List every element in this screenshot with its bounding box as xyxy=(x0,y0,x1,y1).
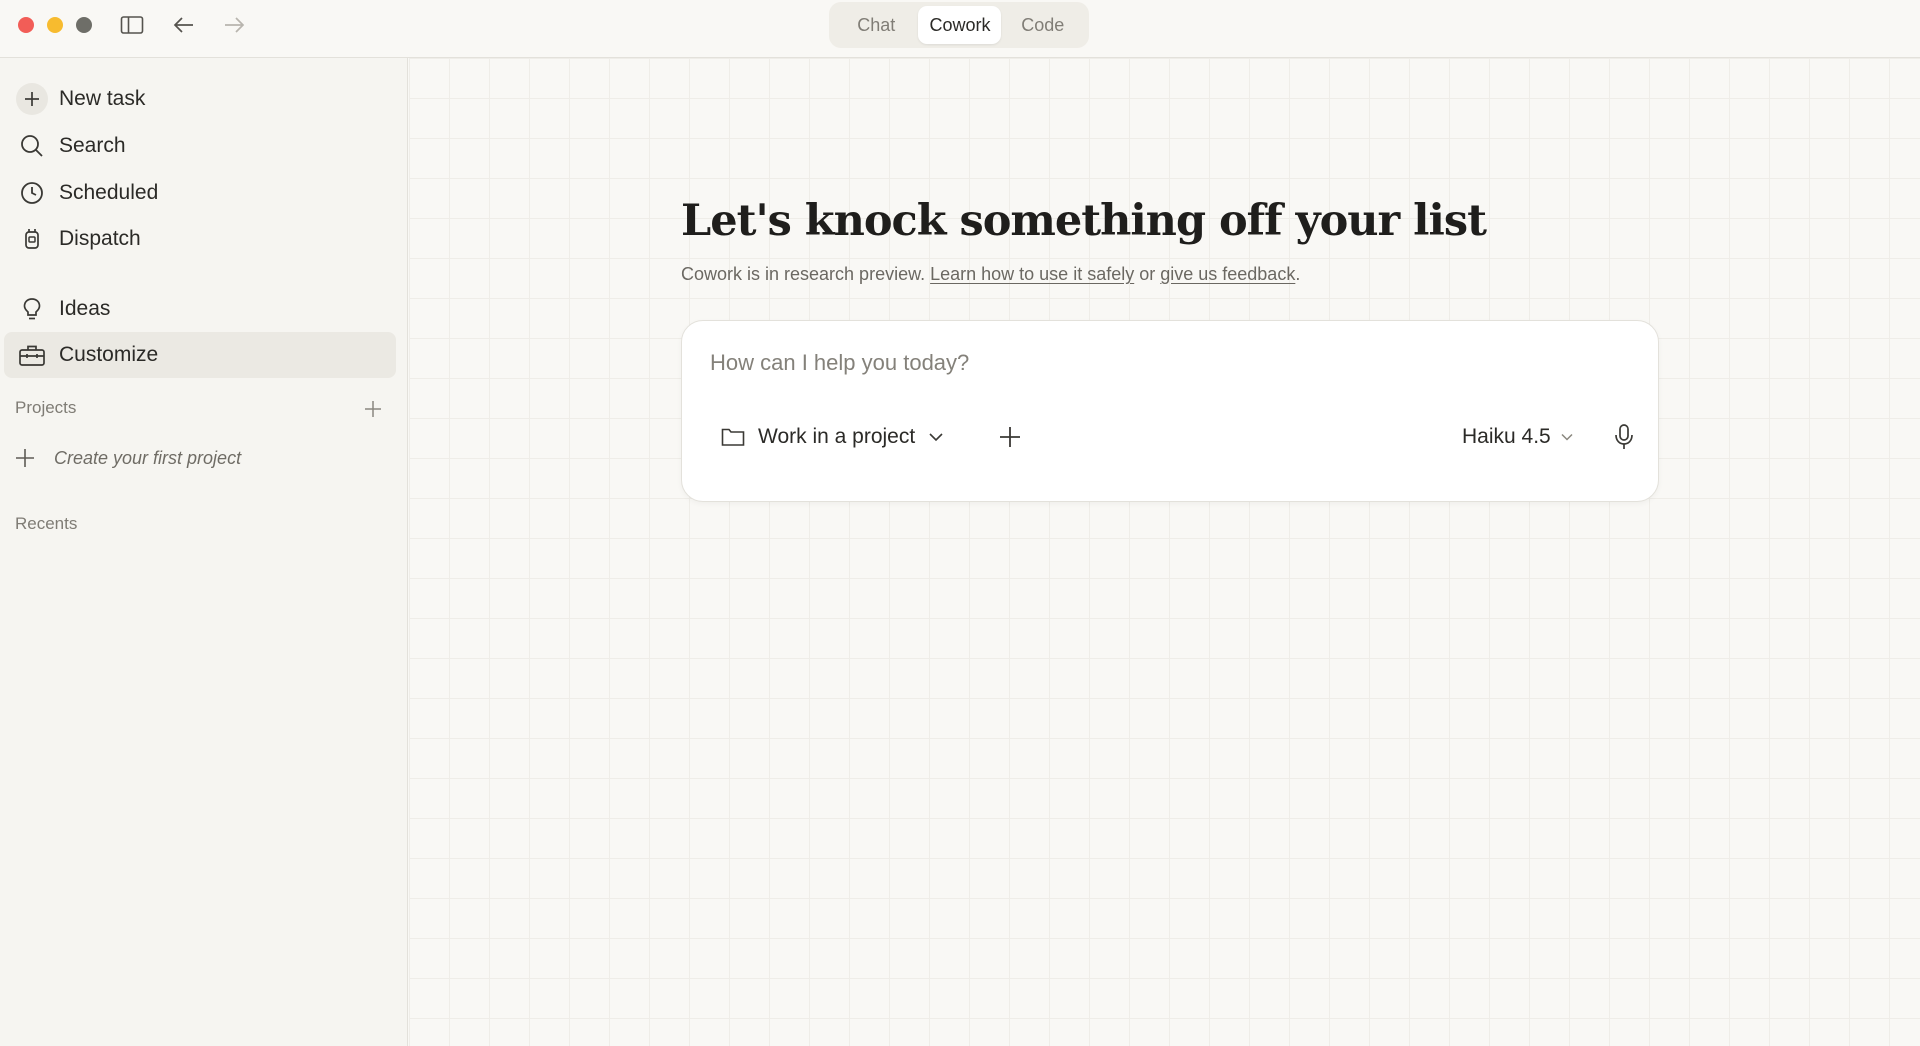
toolbox-icon xyxy=(19,345,45,366)
folder-icon xyxy=(721,428,745,446)
project-button-label: Work in a project xyxy=(758,425,916,448)
chevron-down-icon xyxy=(1561,433,1573,441)
research-preview-note: Cowork is in research preview. Learn how… xyxy=(681,264,1300,285)
safety-link[interactable]: Learn how to use it safely xyxy=(930,264,1134,284)
preview-connector: or xyxy=(1134,264,1161,284)
main-content: Let's knock something off your list Cowo… xyxy=(409,58,1920,1046)
plus-icon xyxy=(16,83,48,115)
plus-icon xyxy=(1000,427,1020,447)
tab-chat[interactable]: Chat xyxy=(834,6,918,44)
create-project-label: Create your first project xyxy=(54,447,242,468)
preview-text: Cowork is in research preview. xyxy=(681,264,931,284)
sidebar-item-label: Dispatch xyxy=(59,227,141,250)
title-bar: Chat Cowork Code xyxy=(0,0,1920,58)
projects-heading: Projects xyxy=(15,398,77,417)
plus-icon xyxy=(365,401,381,417)
model-selector-label: Haiku 4.5 xyxy=(1462,425,1551,448)
sidebar-item-label: Scheduled xyxy=(59,181,159,204)
sidebar-icon xyxy=(120,16,144,34)
sidebar-item-dispatch[interactable]: Dispatch xyxy=(4,216,396,262)
create-project-button[interactable]: Create your first project xyxy=(8,440,241,476)
lightbulb-icon xyxy=(23,298,41,320)
arrow-right-icon xyxy=(225,17,245,33)
sidebar-item-customize[interactable]: Customize xyxy=(4,332,396,378)
sidebar-item-label: New task xyxy=(59,87,146,110)
sidebar-toggle-button[interactable] xyxy=(117,11,147,39)
tab-cowork[interactable]: Cowork xyxy=(918,6,1002,44)
mode-switcher: Chat Cowork Code xyxy=(829,2,1089,48)
add-project-button[interactable] xyxy=(360,396,386,422)
back-button[interactable] xyxy=(169,11,199,39)
sidebar-item-ideas[interactable]: Ideas xyxy=(4,286,396,332)
voice-input-button[interactable] xyxy=(1606,417,1642,457)
sidebar-item-search[interactable]: Search xyxy=(4,123,396,169)
feedback-link[interactable]: give us feedback xyxy=(1160,264,1295,284)
page-title: Let's knock something off your list xyxy=(681,196,1487,246)
plus-icon xyxy=(16,449,34,467)
microphone-icon xyxy=(1615,424,1633,449)
sidebar-item-label: Search xyxy=(59,134,126,157)
add-attachment-button[interactable] xyxy=(992,419,1028,455)
window-minimize-button[interactable] xyxy=(47,17,63,33)
preview-period: . xyxy=(1295,264,1301,284)
search-icon xyxy=(21,135,43,157)
sidebar-item-label: Ideas xyxy=(59,297,111,320)
sidebar: New task Search Scheduled Dispatch Ideas… xyxy=(0,58,408,1046)
model-selector[interactable]: Haiku 4.5 xyxy=(1462,417,1575,457)
clock-icon xyxy=(21,182,43,204)
work-in-project-button[interactable]: Work in a project xyxy=(720,417,945,457)
forward-button[interactable] xyxy=(219,11,249,39)
recents-heading: Recents xyxy=(15,514,78,533)
window-close-button[interactable] xyxy=(18,17,34,33)
tab-code[interactable]: Code xyxy=(1001,6,1084,44)
chevron-down-icon xyxy=(929,433,943,442)
dispatch-icon xyxy=(25,229,39,249)
arrow-left-icon xyxy=(173,17,193,33)
sidebar-item-scheduled[interactable]: Scheduled xyxy=(4,170,396,216)
prompt-composer: Work in a project Haiku 4.5 xyxy=(681,320,1659,502)
window-maximize-button[interactable] xyxy=(76,17,92,33)
sidebar-item-new-task[interactable]: New task xyxy=(4,76,396,122)
prompt-input[interactable] xyxy=(710,343,1610,383)
sidebar-item-label: Customize xyxy=(59,343,159,366)
